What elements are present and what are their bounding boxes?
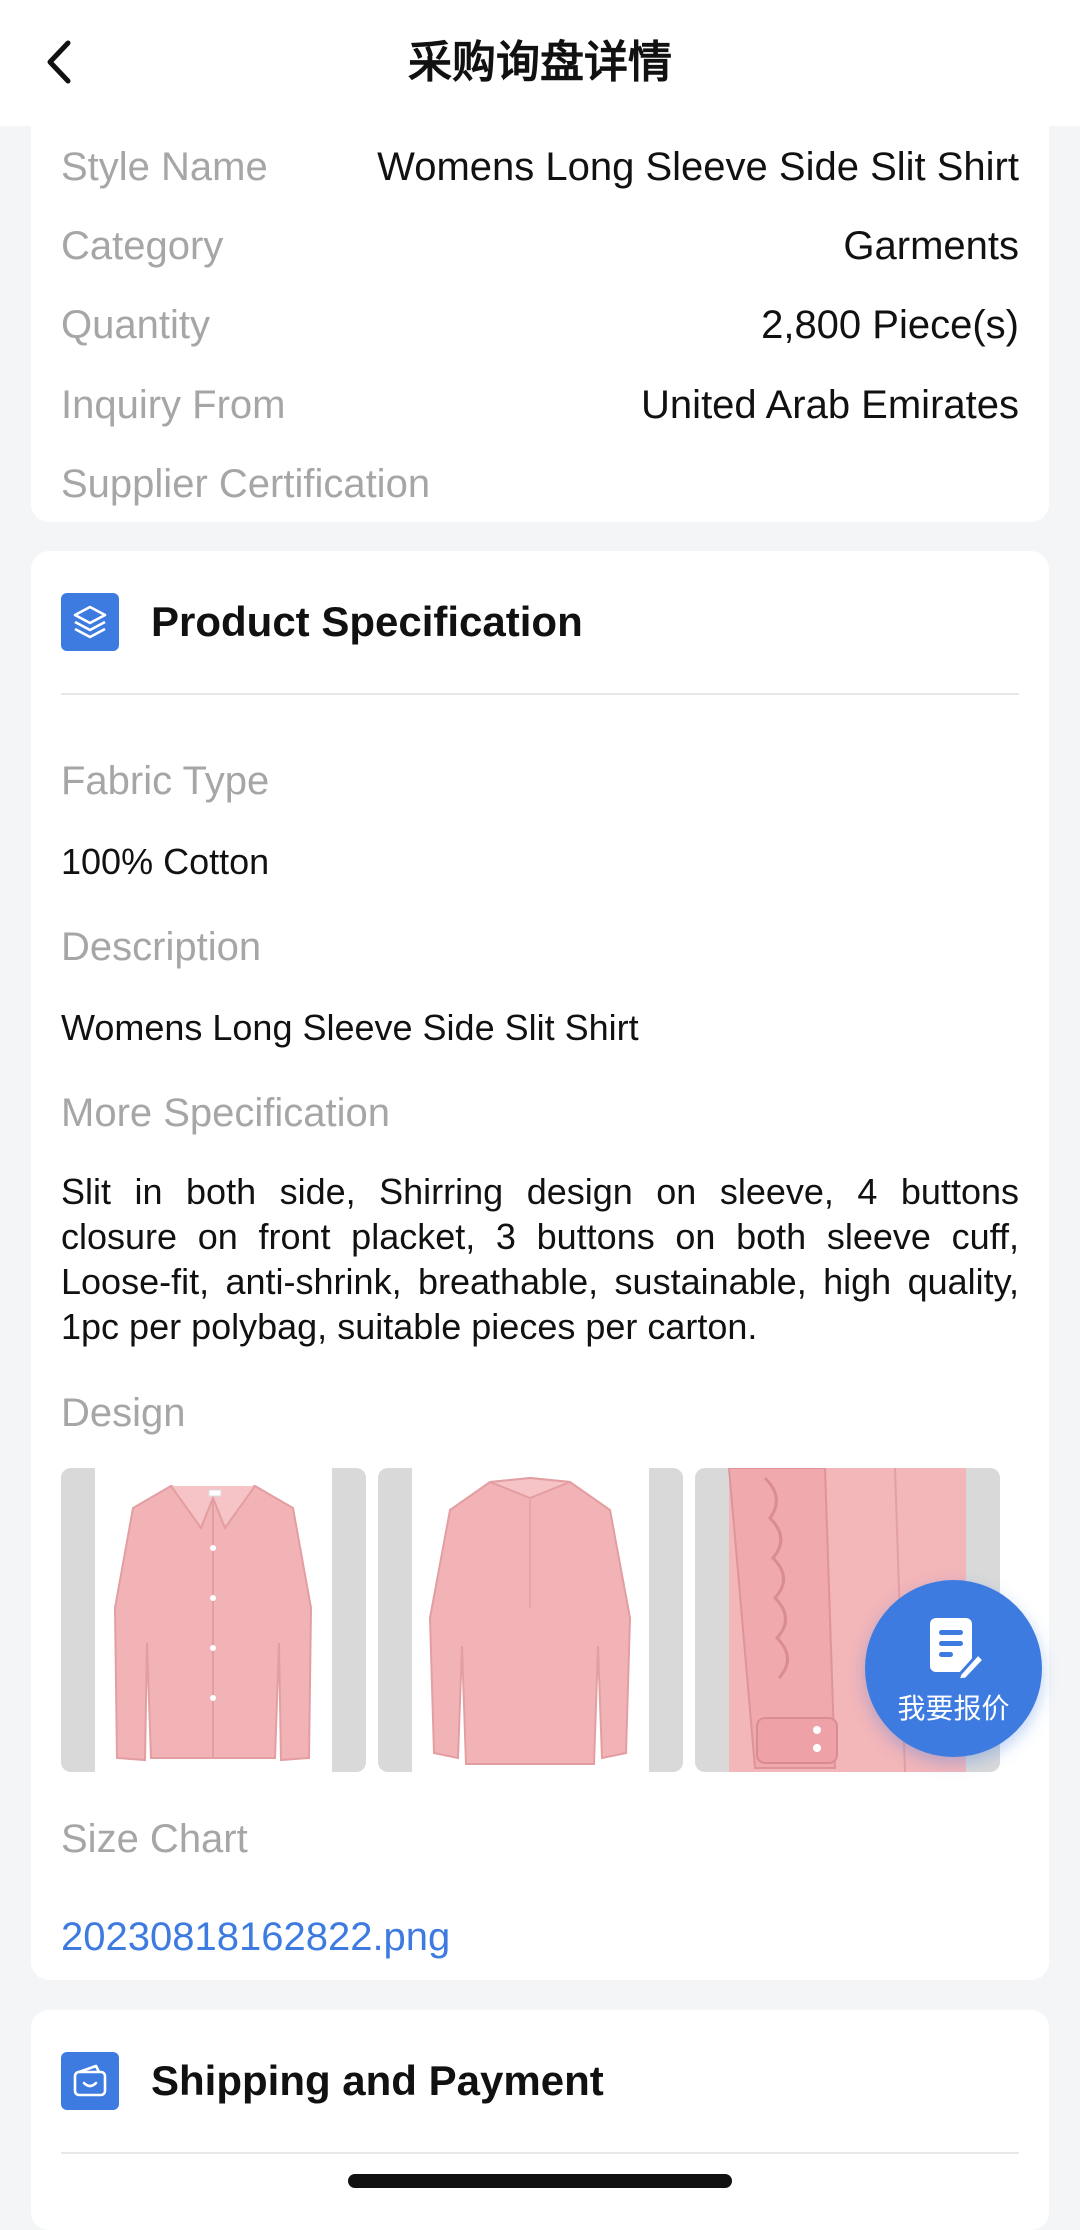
page-title: 采购询盘详情 bbox=[408, 37, 672, 88]
info-value: 2,800 Piece(s) bbox=[761, 302, 1019, 347]
info-value: Garments bbox=[843, 223, 1019, 268]
info-row-style-name: Style Name Womens Long Sleeve Side Slit … bbox=[61, 137, 1019, 197]
home-indicator bbox=[348, 2174, 732, 2188]
more-specification-value: Slit in both side, Shirring design on sl… bbox=[61, 1171, 1019, 1347]
section-title: Shipping and Payment bbox=[151, 2057, 604, 2104]
edit-document-icon bbox=[930, 1618, 986, 1682]
info-row-quantity: Quantity 2,800 Piece(s) bbox=[61, 295, 1019, 355]
info-label: Category bbox=[61, 223, 224, 268]
info-label: Supplier Certification bbox=[61, 461, 431, 506]
shirt-back-image[interactable] bbox=[378, 1468, 683, 1772]
nav-bar: 采购询盘详情 bbox=[0, 0, 1080, 126]
layers-icon bbox=[61, 593, 119, 651]
design-label: Design bbox=[61, 1391, 186, 1435]
info-label: Quantity bbox=[61, 302, 210, 347]
quote-button[interactable]: 我要报价 bbox=[865, 1580, 1042, 1757]
wallet-icon bbox=[61, 2052, 119, 2110]
info-label: Style Name bbox=[61, 144, 268, 189]
size-chart-file-link[interactable]: 20230818162822.png bbox=[61, 1915, 450, 1960]
inquiry-info-card: Style Name Womens Long Sleeve Side Slit … bbox=[31, 100, 1049, 522]
info-row-supplier-certification: Supplier Certification bbox=[61, 454, 1019, 514]
description-value: Womens Long Sleeve Side Slit Shirt bbox=[61, 1007, 639, 1048]
info-label: Inquiry From bbox=[61, 382, 286, 427]
fabric-type-value: 100% Cotton bbox=[61, 841, 270, 882]
more-specification-label: More Specification bbox=[61, 1091, 391, 1135]
fabric-type-label: Fabric Type bbox=[61, 759, 270, 803]
info-row-inquiry-from: Inquiry From United Arab Emirates bbox=[61, 375, 1019, 435]
section-title: Product Specification bbox=[151, 598, 583, 645]
size-chart-label: Size Chart bbox=[61, 1817, 248, 1861]
info-row-category: Category Garments bbox=[61, 216, 1019, 276]
shipping-payment-card: Shipping and Payment bbox=[31, 2010, 1049, 2230]
description-label: Description bbox=[61, 925, 262, 969]
quote-button-label: 我要报价 bbox=[897, 1692, 1010, 1725]
section-header: Shipping and Payment bbox=[61, 2010, 1019, 2154]
product-specification-card: Product Specification Fabric Type 100% C… bbox=[31, 551, 1049, 1980]
shirt-front-image[interactable] bbox=[61, 1468, 366, 1772]
info-value: United Arab Emirates bbox=[641, 382, 1019, 427]
info-value: Womens Long Sleeve Side Slit Shirt bbox=[377, 144, 1019, 189]
section-header: Product Specification bbox=[61, 551, 1019, 695]
